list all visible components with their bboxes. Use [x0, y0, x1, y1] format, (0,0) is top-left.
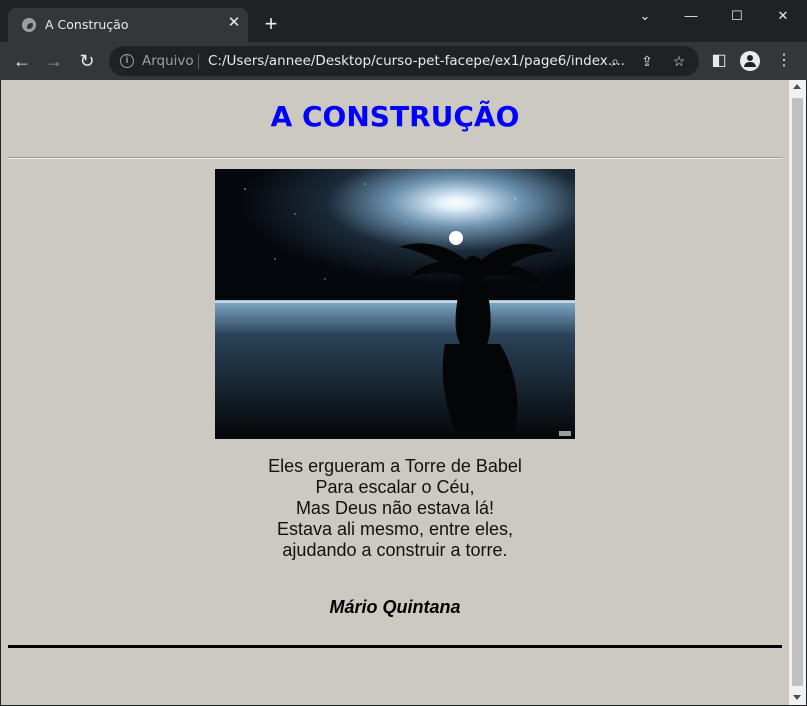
- globe-icon: [22, 18, 36, 32]
- page-title: A CONSTRUÇÃO: [270, 100, 520, 133]
- poem-line: Eles ergueram a Torre de Babel: [268, 456, 522, 476]
- security-label: Arquivo: [142, 53, 194, 69]
- tab-strip: A Construção ✕ + ⌄ — ☐ ✕: [0, 0, 807, 42]
- poem-line: Mas Deus não estava lá!: [295, 498, 495, 518]
- minimize-icon[interactable]: —: [681, 6, 701, 26]
- scroll-down-arrow-icon[interactable]: [793, 695, 801, 700]
- reload-icon[interactable]: ↻: [77, 51, 97, 71]
- bottom-divider: [8, 645, 782, 648]
- browser-tab[interactable]: A Construção ✕: [8, 8, 248, 42]
- page-content: A CONSTRUÇÃO Eles ergueram a Torre de Ba…: [1, 80, 789, 705]
- share-icon[interactable]: ⇪: [638, 52, 656, 70]
- author-name: Mário Quintana: [329, 597, 461, 617]
- poem-line: Estava ali mesmo, entre eles,: [276, 519, 514, 539]
- address-bar[interactable]: i Arquivo C:/Users/annee/Desktop/curso-p…: [109, 46, 699, 76]
- separator: [198, 54, 199, 69]
- maximize-icon[interactable]: ☐: [727, 6, 747, 26]
- scroll-thumb[interactable]: [792, 98, 803, 686]
- close-icon[interactable]: ✕: [226, 15, 242, 31]
- poem-line: ajudando a construir a torre.: [282, 540, 508, 560]
- forward-icon[interactable]: →: [44, 51, 64, 71]
- tab-title: A Construção: [45, 17, 129, 32]
- poem-line: Para escalar o Céu,: [315, 477, 475, 497]
- zoom-icon[interactable]: ⌕: [606, 52, 624, 70]
- profile-icon[interactable]: [740, 51, 760, 71]
- poem: Eles ergueram a Torre de Babel Para esca…: [1, 456, 789, 561]
- info-icon[interactable]: i: [120, 54, 134, 68]
- more-icon[interactable]: ⋮: [774, 51, 794, 71]
- scroll-up-arrow-icon[interactable]: [793, 84, 801, 89]
- back-icon[interactable]: ←: [12, 51, 32, 71]
- close-window-icon[interactable]: ✕: [773, 6, 793, 26]
- star-icon[interactable]: ☆: [670, 52, 688, 70]
- plus-icon[interactable]: +: [261, 13, 281, 35]
- browser-toolbar: ← → ↻ i Arquivo C:/Users/annee/Desktop/c…: [0, 42, 807, 80]
- angel-image: [215, 169, 575, 439]
- url-text[interactable]: C:/Users/annee/Desktop/curso-pet-facepe/…: [208, 53, 625, 69]
- vertical-scrollbar[interactable]: [789, 80, 806, 705]
- chevron-down-icon[interactable]: ⌄: [635, 6, 655, 26]
- side-panel-icon[interactable]: ◧: [709, 51, 729, 71]
- top-divider: [8, 157, 782, 159]
